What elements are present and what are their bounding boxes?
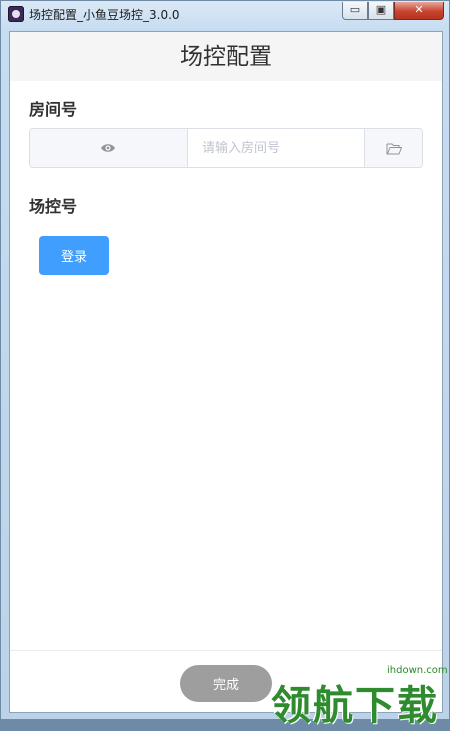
client-area: 场控配置 房间号 场控号 登录 完成	[9, 31, 443, 713]
watermark-text: 领航下载	[271, 683, 439, 729]
page-header: 场控配置	[10, 32, 442, 81]
control-number-label: 场控号	[29, 197, 78, 216]
room-number-input-group	[29, 128, 423, 168]
maximize-button[interactable]: ▣	[368, 2, 394, 20]
room-input-append[interactable]	[364, 129, 422, 167]
room-number-input[interactable]	[188, 129, 364, 167]
room-input-prepend[interactable]	[30, 129, 188, 167]
login-button[interactable]: 登录	[39, 236, 109, 275]
footer-divider	[10, 650, 442, 651]
minimize-button[interactable]: ▭	[342, 2, 368, 20]
folder-open-icon[interactable]	[386, 142, 402, 155]
app-icon	[8, 6, 24, 22]
app-window: 场控配置_小鱼豆场控_3.0.0 ▭ ▣ ✕ 场控配置 房间号 请输入房间号 场…	[0, 0, 450, 729]
room-number-label: 房间号	[29, 100, 78, 119]
page-title: 场控配置	[180, 44, 272, 70]
title-bar[interactable]: 场控配置_小鱼豆场控_3.0.0 ▭ ▣ ✕	[1, 1, 449, 29]
eye-icon[interactable]	[100, 141, 116, 155]
watermark-logo: ihdown.com 领航下载	[269, 663, 449, 729]
close-button[interactable]: ✕	[394, 2, 444, 20]
window-title: 场控配置_小鱼豆场控_3.0.0	[29, 8, 180, 22]
done-button[interactable]: 完成	[180, 665, 272, 702]
